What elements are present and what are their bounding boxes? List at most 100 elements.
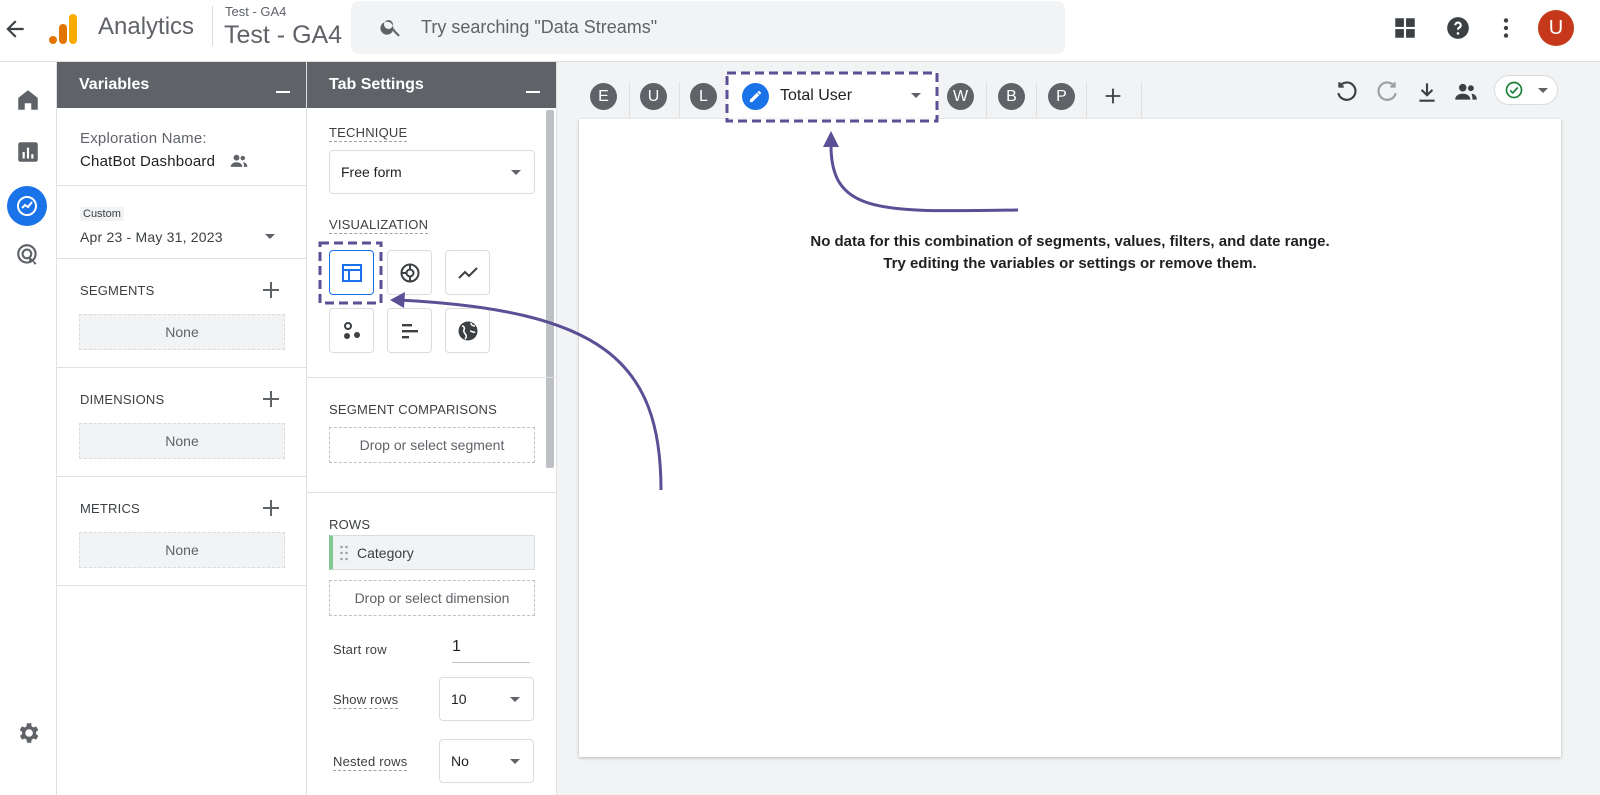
exploration-name-field[interactable]: ChatBot Dashboard [80,153,215,170]
metrics-none[interactable]: None [79,532,285,568]
tab-total-user-label: Total User [780,87,853,104]
product-name: Analytics [98,13,195,40]
show-rows-label: Show rows [333,692,399,709]
check-circle-icon [1505,81,1523,99]
analytics-logo[interactable] [46,12,80,46]
variables-panel: Variables Exploration Name: ChatBot Dash… [57,62,307,795]
redo-icon[interactable] [1374,79,1400,105]
viz-scatter-button[interactable] [329,308,374,353]
dimensions-none[interactable]: None [79,423,285,459]
property-selector[interactable]: Test - GA4 [224,21,342,50]
chevron-down-icon [511,170,521,175]
settings-gear-icon[interactable] [15,720,41,746]
exploration-canvas: No data for this combination of segments… [579,119,1561,757]
technique-label: TECHNIQUE [329,125,408,142]
chevron-down-icon[interactable] [911,93,921,98]
divider [57,585,306,586]
panel-scrollbar[interactable] [546,110,554,468]
collapse-variables-button[interactable] [276,91,290,93]
tab-divider [986,82,987,118]
viz-table-button[interactable] [329,250,374,295]
apps-grid-icon[interactable] [1392,15,1418,41]
nested-rows-select[interactable]: No [439,739,534,783]
segments-label: SEGMENTS [80,283,155,298]
tab-l[interactable]: L [690,83,717,110]
row-chip-category[interactable]: Category [329,535,535,570]
start-row-input[interactable]: 1 [452,638,530,663]
line-chart-icon [458,267,478,279]
viz-geo-button[interactable] [445,308,490,353]
segments-none[interactable]: None [79,314,285,350]
show-rows-value: 10 [451,691,467,707]
tab-settings-title: Tab Settings [329,76,424,93]
add-segment-button[interactable] [263,282,279,298]
left-navigation [0,62,57,795]
tab-p[interactable]: P [1048,83,1075,110]
visualization-label: VISUALIZATION [329,217,429,234]
nested-rows-label: Nested rows [333,754,408,771]
viz-donut-button[interactable] [387,250,432,295]
dimension-drop-zone[interactable]: Drop or select dimension [329,580,535,616]
explore-nav-active[interactable] [7,186,47,226]
divider [57,185,306,186]
tab-total-user[interactable]: Total User [728,72,938,119]
edit-pencil-icon[interactable] [742,83,769,110]
status-dropdown[interactable] [1494,75,1558,105]
empty-state-hint: Try editing the variables or settings or… [883,255,1257,272]
variables-title: Variables [79,76,150,93]
empty-state-message: No data for this combination of segments… [810,233,1330,250]
tab-e[interactable]: E [590,83,617,110]
search-icon [380,20,400,37]
start-row-label: Start row [333,642,387,657]
share-people-icon[interactable] [1453,79,1479,105]
add-tab-icon[interactable] [1102,85,1124,107]
table-icon [342,264,362,282]
viz-line-button[interactable] [445,250,490,295]
search-bar[interactable] [351,1,1065,54]
advertising-icon[interactable] [15,242,41,268]
more-vert-icon[interactable] [1493,15,1519,41]
home-icon[interactable] [15,87,41,113]
tab-w[interactable]: W [947,83,974,110]
add-dimension-button[interactable] [263,391,279,407]
reports-icon[interactable] [15,139,41,165]
rows-label: ROWS [329,517,371,532]
dimensions-label: DIMENSIONS [80,392,165,407]
row-chip-label: Category [357,545,414,561]
explore-icon [17,196,37,216]
bar-chart-icon [402,324,418,339]
divider [57,258,306,259]
chevron-down-icon [1538,88,1548,93]
chevron-down-icon [510,697,520,702]
viz-bar-button[interactable] [387,308,432,353]
technique-select[interactable]: Free form [329,150,535,194]
back-arrow-icon[interactable] [2,16,28,42]
tab-b[interactable]: B [998,83,1025,110]
exploration-tab-strip: E U L Total User W B P [556,62,1600,122]
add-metric-button[interactable] [263,500,279,516]
divider [57,367,306,368]
avatar[interactable]: U [1538,10,1574,46]
tab-u[interactable]: U [640,83,667,110]
tab-settings-panel: Tab Settings TECHNIQUE Free form VISUALI… [307,62,557,795]
download-icon[interactable] [1414,79,1440,105]
account-name[interactable]: Test - GA4 [225,4,286,19]
date-tag: Custom [80,207,124,221]
technique-value: Free form [341,164,402,180]
date-dropdown-icon[interactable] [265,234,275,239]
undo-icon[interactable] [1334,79,1360,105]
date-range-selector[interactable]: Apr 23 - May 31, 2023 [80,229,223,245]
chevron-down-icon [510,759,520,764]
nested-rows-value: No [451,753,469,769]
search-input[interactable] [421,1,1021,54]
divider [307,492,556,493]
drag-handle-icon[interactable] [339,545,349,561]
scatter-plot-icon [344,322,360,339]
collapse-tab-settings-button[interactable] [526,91,540,93]
variables-header: Variables [57,62,306,108]
segment-drop-zone[interactable]: Drop or select segment [329,427,535,463]
show-rows-select[interactable]: 10 [439,677,534,721]
tab-divider [629,82,630,118]
tab-divider [679,82,680,118]
help-icon[interactable] [1445,15,1471,41]
